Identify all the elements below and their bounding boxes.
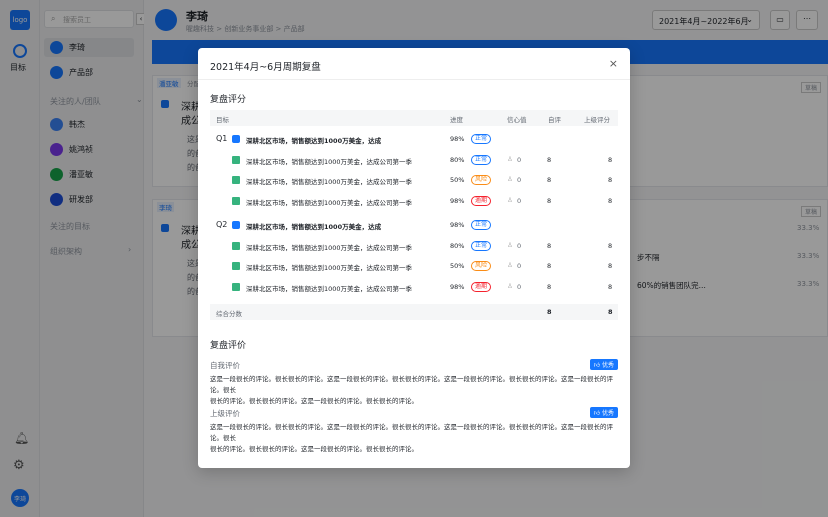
table-header: 目标 进度 信心值 自评 上级评分 bbox=[210, 110, 618, 126]
kr-icon bbox=[232, 196, 240, 205]
boss-score: 8 bbox=[608, 176, 613, 184]
objective-title: 深耕北区市场，销售额达到1000万美金，达成 bbox=[246, 137, 382, 145]
kr-title: 深耕北区市场，销售额达到1000万美金，达成公司第一季 bbox=[246, 178, 413, 186]
kr-row[interactable]: 深耕北区市场，销售额达到1000万美金，达成公司第一季 80% 正常 ♙ 0 8… bbox=[210, 239, 618, 253]
objective-title: 深耕北区市场，销售额达到1000万美金，达成 bbox=[246, 223, 382, 231]
confidence-icon: ♙ bbox=[507, 175, 513, 183]
kr-title: 深耕北区市场，销售额达到1000万美金，达成公司第一季 bbox=[246, 284, 413, 293]
boss-score: 8 bbox=[608, 196, 613, 205]
status-tag: 逾期 bbox=[471, 281, 492, 292]
progress-value: 98% bbox=[450, 282, 465, 291]
self-score: 8 bbox=[547, 262, 552, 270]
kr-title: 深耕北区市场，销售额达到1000万美金，达成公司第一季 bbox=[246, 243, 413, 252]
col-goal: 目标 bbox=[216, 116, 229, 124]
confidence-icon: ♙ bbox=[507, 281, 513, 290]
self-score: 8 bbox=[547, 155, 552, 164]
close-icon[interactable]: × bbox=[609, 57, 618, 70]
progress-value: 98% bbox=[450, 135, 465, 143]
status-tag: 正常 bbox=[471, 220, 492, 230]
review-modal: 2021年4月~6月周期复盘 × 复盘评分 目标 进度 信心值 自评 上级评分 … bbox=[198, 48, 630, 468]
rating-label: 优秀 bbox=[601, 362, 614, 369]
status-tag: 正常 bbox=[471, 240, 492, 251]
self-score: 8 bbox=[547, 176, 552, 184]
confidence-icon: ♙ bbox=[507, 195, 513, 204]
confidence-value: 0 bbox=[517, 196, 522, 205]
section-score: 复盘评分 bbox=[210, 95, 247, 105]
total-self: 8 bbox=[547, 308, 552, 316]
rating-badge: 👍︎ 优秀 bbox=[589, 407, 618, 418]
objective-icon bbox=[232, 135, 240, 143]
confidence-icon: ♙ bbox=[507, 240, 513, 249]
eval-line: 很长的评论。很长很长的评论。这是一段很长的评论。很长很长的评论。 bbox=[210, 397, 418, 405]
boss-score: 8 bbox=[608, 262, 613, 270]
progress-value: 80% bbox=[450, 155, 465, 164]
progress-value: 50% bbox=[450, 262, 465, 270]
boss-score: 8 bbox=[608, 282, 613, 291]
status-tag: 风险 bbox=[471, 175, 492, 185]
confidence-icon: ♙ bbox=[507, 154, 513, 163]
self-eval-text: 这是一段很长的评论。很长很长的评论。这是一段很长的评论。很长很长的评论。这是一段… bbox=[210, 374, 618, 407]
col-progress: 进度 bbox=[450, 116, 463, 124]
total-label: 综合分数 bbox=[216, 310, 242, 318]
kr-icon bbox=[232, 282, 240, 291]
kr-icon bbox=[232, 262, 240, 270]
col-confidence: 信心值 bbox=[507, 116, 527, 124]
kr-title: 深耕北区市场，销售额达到1000万美金，达成公司第一季 bbox=[246, 264, 413, 272]
total-boss: 8 bbox=[608, 308, 613, 316]
self-score: 8 bbox=[547, 241, 552, 250]
self-score: 8 bbox=[547, 282, 552, 291]
progress-value: 80% bbox=[450, 241, 465, 250]
self-score: 8 bbox=[547, 196, 552, 205]
kr-title: 深耕北区市场，销售额达到1000万美金，达成公司第一季 bbox=[246, 198, 413, 207]
divider bbox=[198, 79, 630, 80]
progress-value: 50% bbox=[450, 176, 465, 184]
progress-value: 98% bbox=[450, 221, 465, 229]
confidence-value: 0 bbox=[517, 155, 522, 164]
kr-icon bbox=[232, 241, 240, 250]
boss-eval-text: 这是一段很长的评论。很长很长的评论。这是一段很长的评论。很长很长的评论。这是一段… bbox=[210, 422, 618, 455]
objective-icon bbox=[232, 221, 240, 229]
kr-icon bbox=[232, 155, 240, 164]
confidence-value: 0 bbox=[517, 176, 522, 184]
eval-line: 这是一段很长的评论。很长很长的评论。这是一段很长的评论。很长很长的评论。这是一段… bbox=[210, 375, 613, 394]
eval-line: 这是一段很长的评论。很长很长的评论。这是一段很长的评论。很长很长的评论。这是一段… bbox=[210, 423, 613, 442]
kr-title: 深耕北区市场，销售额达到1000万美金，达成公司第一季 bbox=[246, 157, 413, 166]
boss-eval-label: 上级评价 bbox=[210, 409, 240, 418]
status-tag: 正常 bbox=[471, 154, 492, 165]
self-eval-label: 自我评价 bbox=[210, 361, 240, 370]
rating-label: 优秀 bbox=[601, 410, 614, 417]
quarter-label: Q1 bbox=[216, 134, 228, 143]
status-tag: 逾期 bbox=[471, 195, 492, 206]
kr-row[interactable]: 深耕北区市场，销售额达到1000万美金，达成公司第一季 98% 逾期 ♙ 0 8… bbox=[210, 280, 618, 294]
status-tag: 风险 bbox=[471, 261, 492, 271]
boss-score: 8 bbox=[608, 241, 613, 250]
total-row: 综合分数 8 8 bbox=[210, 304, 618, 320]
col-boss: 上级评分 bbox=[584, 116, 610, 124]
boss-score: 8 bbox=[608, 155, 613, 164]
progress-value: 98% bbox=[450, 196, 465, 205]
confidence-value: 0 bbox=[517, 241, 522, 250]
kr-row[interactable]: 深耕北区市场，销售额达到1000万美金，达成公司第一季 80% 正常 ♙ 0 8… bbox=[210, 153, 618, 167]
confidence-icon: ♙ bbox=[507, 261, 513, 269]
confidence-value: 0 bbox=[517, 282, 522, 291]
kr-row[interactable]: 深耕北区市场，销售额达到1000万美金，达成公司第一季 50% 风险 ♙ 0 8… bbox=[210, 173, 618, 187]
section-evaluation: 复盘评价 bbox=[210, 341, 247, 351]
objective-row[interactable]: Q1 深耕北区市场，销售额达到1000万美金，达成 98% 正常 bbox=[210, 132, 618, 146]
confidence-value: 0 bbox=[517, 262, 522, 270]
eval-line: 很长的评论。很长很长的评论。这是一段很长的评论。很长很长的评论。 bbox=[210, 445, 418, 453]
quarter-label: Q2 bbox=[216, 220, 228, 229]
col-self: 自评 bbox=[548, 116, 561, 124]
rating-badge: 👍︎ 优秀 bbox=[589, 359, 618, 370]
status-tag: 正常 bbox=[471, 134, 492, 144]
objective-row[interactable]: Q2 深耕北区市场，销售额达到1000万美金，达成 98% 正常 bbox=[210, 218, 618, 232]
kr-row[interactable]: 深耕北区市场，销售额达到1000万美金，达成公司第一季 98% 逾期 ♙ 0 8… bbox=[210, 194, 618, 208]
kr-icon bbox=[232, 176, 240, 184]
kr-row[interactable]: 深耕北区市场，销售额达到1000万美金，达成公司第一季 50% 风险 ♙ 0 8… bbox=[210, 259, 618, 273]
modal-title: 2021年4月~6月周期复盘 bbox=[210, 62, 321, 73]
